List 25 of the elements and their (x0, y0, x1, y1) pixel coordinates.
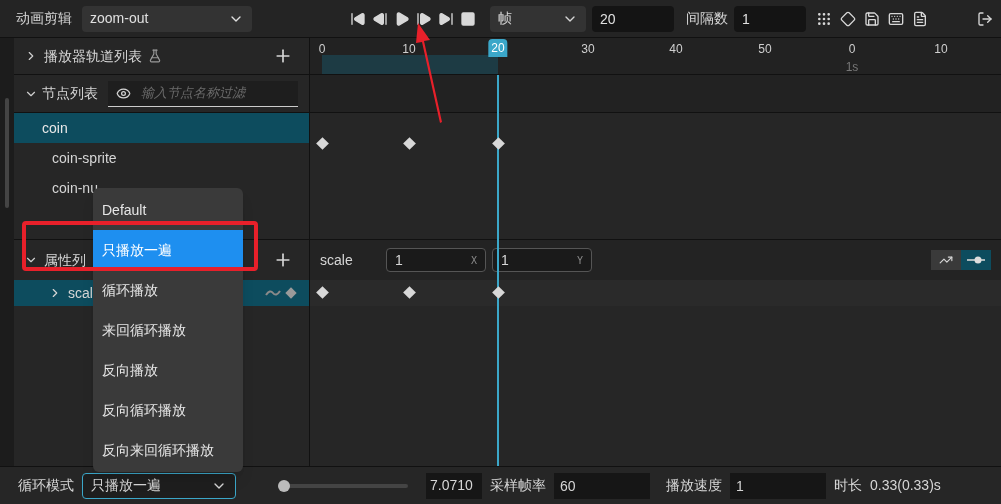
player-tracks-title: 播放器轨道列表 (44, 46, 142, 66)
sample-rate-label: 采样帧率 (490, 476, 546, 495)
ruler-tick-label: 10 (402, 41, 416, 58)
property-editor-label: scale (320, 250, 354, 270)
properties-title: 属性列 (44, 250, 86, 270)
ruler-tick-label: 30 (581, 41, 595, 58)
speed-label: 播放速度 (666, 476, 722, 495)
clip-label: 动画剪辑 (16, 9, 72, 28)
property-label: scal (68, 283, 93, 303)
ruler-tick-label: 10 (934, 41, 948, 58)
loop-mode-label: 循环模式 (18, 476, 74, 495)
ruler-tick-label: 40 (669, 41, 683, 58)
x-value: 1 (395, 250, 403, 270)
y-value: 1 (501, 250, 509, 270)
second-label: 1s (845, 59, 859, 76)
axis-label: X (470, 253, 477, 268)
ruler-tick-label: 0 (848, 41, 856, 58)
axis-label: Y (576, 253, 583, 268)
duration-value: 0.33(0.33)s (870, 476, 941, 495)
nodes-title: 节点列表 (42, 84, 98, 103)
interval-label: 间隔数 (686, 9, 728, 28)
duration-label: 时长 (834, 476, 862, 495)
ruler-tick-label: 0 (318, 41, 326, 58)
zoom-value: 7.0710 (426, 472, 482, 499)
ruler-tick-label: 50 (758, 41, 772, 58)
